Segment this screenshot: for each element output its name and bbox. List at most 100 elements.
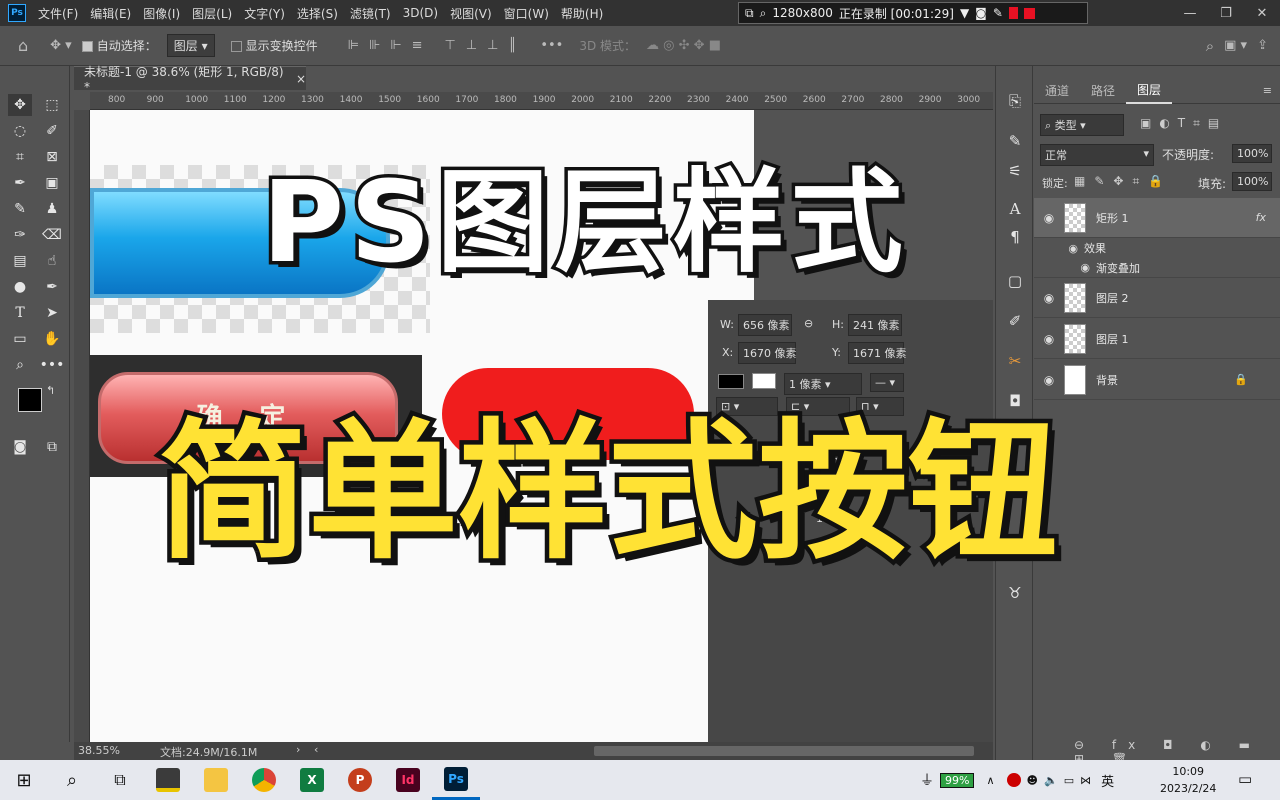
tray-expand-icon[interactable]: ∧ <box>986 774 994 787</box>
network-icon[interactable]: ▭ <box>1064 774 1074 787</box>
menu-filter[interactable]: 滤镜(T) <box>350 5 391 22</box>
foreground-color-swatch[interactable] <box>18 388 42 412</box>
lasso-tool-icon[interactable]: ◌ <box>8 120 32 142</box>
start-button[interactable]: ⊞ <box>0 760 48 800</box>
stop-icon[interactable] <box>1023 7 1035 19</box>
menu-window[interactable]: 窗口(W) <box>504 5 549 22</box>
layer-row-layer1[interactable]: ◉ 图层 1 <box>1034 319 1280 359</box>
zoom-tool-icon[interactable]: ⌕ <box>8 354 32 376</box>
distribute-vertical-icon[interactable]: ║ <box>508 38 516 53</box>
menu-view[interactable]: 视图(V) <box>450 5 492 22</box>
align-top-icon[interactable]: ⊤ <box>445 38 456 53</box>
y-field[interactable]: 1671 像素 <box>848 342 907 364</box>
search-icon[interactable]: ⌕ <box>1206 37 1214 55</box>
tab-layers[interactable]: 图层 <box>1126 77 1173 104</box>
align-center-icon[interactable]: ⊪ <box>369 38 380 53</box>
distribute-icon[interactable]: ≡ <box>412 38 423 53</box>
hand-tool-icon[interactable]: ✋ <box>40 328 64 350</box>
type-tool-icon[interactable]: T <box>8 302 32 324</box>
language-icon[interactable]: ⋈ <box>1080 774 1091 787</box>
auto-select-checkbox[interactable] <box>81 41 93 52</box>
chrome-icon[interactable] <box>240 760 288 800</box>
lock-icon[interactable]: 🔒 <box>1234 373 1248 386</box>
eyedropper-icon[interactable]: ✒ <box>8 172 32 194</box>
pause-icon[interactable] <box>1008 7 1018 19</box>
share-icon[interactable]: ⇪ <box>1257 38 1268 53</box>
move-tool-icon[interactable]: ✥ <box>8 94 32 116</box>
crop-tool-icon[interactable]: ⌗ <box>8 146 32 168</box>
fx-icon[interactable]: fx <box>1256 211 1266 224</box>
home-icon[interactable]: ⌂ <box>18 36 28 55</box>
file-explorer-icon[interactable] <box>192 760 240 800</box>
panel-menu-icon[interactable]: ≡ <box>1263 84 1272 97</box>
photoshop-taskbar-icon[interactable]: Ps <box>432 760 480 800</box>
layer-row-layer2[interactable]: ◉ 图层 2 <box>1034 278 1280 318</box>
scroll-left-icon[interactable]: ‹ <box>314 743 318 756</box>
tool-presets-icon[interactable]: ✐ <box>1004 310 1026 332</box>
layer-row-rect1[interactable]: ◉ 矩形 1 fx <box>1034 198 1280 238</box>
stroke-swatch[interactable] <box>752 373 776 389</box>
effects-row[interactable]: ◉ 效果 <box>1034 238 1280 258</box>
record-app-icon[interactable] <box>1006 773 1021 787</box>
filter-icons[interactable]: ▣◐T⌗▤ <box>1140 116 1227 131</box>
paragraph-icon[interactable]: ¶ <box>1004 226 1026 248</box>
orbit-3d-icon[interactable]: ☁ ◎ ✣ ✥ ■ <box>646 38 721 53</box>
adjust-sliders-icon[interactable]: ⚟ <box>1004 160 1026 182</box>
stroke-width-field[interactable]: 1 像素 ▾ <box>784 373 862 395</box>
gradient-overlay-row[interactable]: ◉ 渐变叠加 <box>1034 258 1280 278</box>
align-left-icon[interactable]: ⊫ <box>348 38 359 53</box>
layer-filter-dropdown[interactable]: ⌕ 类型 ▾ <box>1040 114 1124 136</box>
gradient-tool-icon[interactable]: ▤ <box>8 250 32 272</box>
brush-settings-icon[interactable]: ✎ <box>1004 130 1026 152</box>
menu-select[interactable]: 选择(S) <box>297 5 338 22</box>
dropdown-arrow-icon[interactable]: ▼ <box>960 6 969 20</box>
minimize-icon[interactable]: — <box>1172 0 1208 26</box>
visibility-eye-icon[interactable]: ◉ <box>1034 242 1084 255</box>
menu-type[interactable]: 文字(Y) <box>244 5 285 22</box>
pen-icon[interactable]: ✎ <box>993 6 1003 20</box>
x-field[interactable]: 1670 像素 <box>738 342 797 364</box>
pen-tool-icon[interactable]: ✒ <box>40 276 64 298</box>
align-middle-icon[interactable]: ⊥ <box>466 38 477 53</box>
quick-mask-icon[interactable]: ◙ <box>8 436 32 458</box>
dodge-tool-icon[interactable]: ● <box>8 276 32 298</box>
frame-tool-icon[interactable]: ⊠ <box>40 146 64 168</box>
powerpoint-icon[interactable]: P <box>336 760 384 800</box>
battery-indicator[interactable]: 99% <box>940 772 975 788</box>
indesign-icon[interactable]: Id <box>384 760 432 800</box>
stroke-type-dropdown[interactable]: — ▾ <box>870 373 904 392</box>
glyphs-icon[interactable]: ▢ <box>1004 270 1026 292</box>
window-restore-icon[interactable]: ⧉ <box>745 6 754 21</box>
plugin-icon-2[interactable]: ♉ <box>1004 582 1026 604</box>
brush-tool-icon[interactable]: ✎ <box>8 198 32 220</box>
horizontal-scrollbar[interactable] <box>594 746 974 756</box>
tab-paths[interactable]: 路径 <box>1080 78 1126 104</box>
menu-3d[interactable]: 3D(D) <box>403 6 438 20</box>
visibility-eye-icon[interactable]: ◉ <box>1034 261 1096 274</box>
tab-channels[interactable]: 通道 <box>1034 78 1080 104</box>
workspace-icon[interactable]: ▣ ▾ <box>1224 38 1247 53</box>
screen-mode-icon[interactable]: ⧉ <box>40 436 64 458</box>
document-tab[interactable]: 未标题-1 @ 38.6% (矩形 1, RGB/8) * × <box>74 65 306 94</box>
history-icon[interactable]: ⎘ <box>1004 90 1026 112</box>
height-field[interactable]: 241 像素 <box>848 314 902 336</box>
align-right-icon[interactable]: ⊩ <box>390 38 401 53</box>
healing-brush-icon[interactable]: ✑ <box>8 224 32 246</box>
fill-swatch[interactable] <box>718 374 744 389</box>
more-tools-icon[interactable]: ••• <box>40 354 65 376</box>
swap-colors-icon[interactable]: ↰ <box>46 384 55 397</box>
blend-mode-dropdown[interactable]: 正常 ▾ <box>1040 144 1154 166</box>
width-field[interactable]: 656 像素 <box>738 314 792 336</box>
smudge-tool-icon[interactable]: ☝ <box>40 250 64 272</box>
menu-edit[interactable]: 编辑(E) <box>90 5 131 22</box>
align-bottom-icon[interactable]: ⊥ <box>487 38 498 53</box>
stamp-tool-icon[interactable]: ♟ <box>40 198 64 220</box>
camera-icon[interactable]: ◙ <box>975 6 987 20</box>
volume-icon[interactable]: 🔈 <box>1044 774 1058 787</box>
visibility-eye-icon[interactable]: ◉ <box>1034 211 1064 225</box>
status-arrow-icon[interactable]: › <box>296 743 300 756</box>
restore-icon[interactable]: ❐ <box>1208 0 1244 26</box>
menu-image[interactable]: 图像(I) <box>143 5 180 22</box>
qq-icon[interactable]: ☻ <box>1027 774 1038 787</box>
more-options-icon[interactable]: ••• <box>540 38 563 53</box>
